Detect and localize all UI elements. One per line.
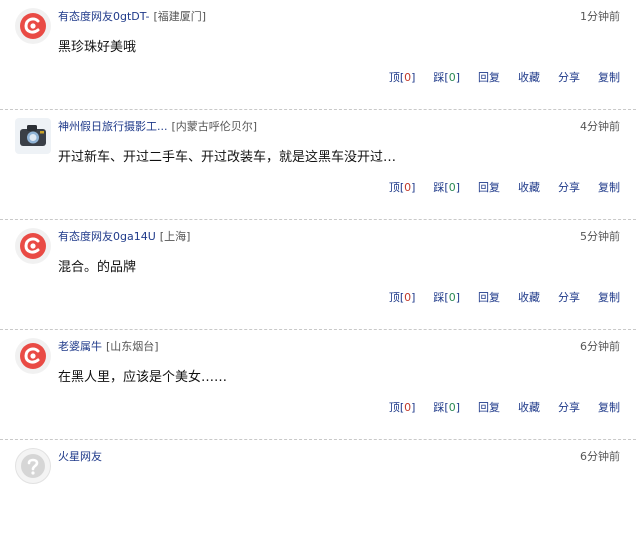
upvote-count: 0 [404,71,412,84]
comment-actions: 顶[0] 踩[0] 回复 收藏 分享 复制 [389,71,620,85]
user-location: [上海] [159,230,191,243]
comment-meta: 有态度网友0gtDT- [福建厦门] [58,10,206,24]
copy-button[interactable]: 复制 [598,181,620,195]
comment-text: 在黑人里，应该是个美女…… [58,370,228,385]
user-avatar[interactable] [15,448,51,484]
share-button[interactable]: 分享 [558,181,580,195]
user-avatar[interactable] [15,338,51,374]
username[interactable]: 老婆属牛 [58,340,102,353]
reply-button[interactable]: 回复 [478,401,500,415]
downvote-label: 踩 [433,71,445,84]
comment-time: 5分钟前 [580,230,620,243]
upvote-label: 顶 [388,181,400,194]
downvote-count: 0 [448,401,456,414]
user-location: [山东烟台] [106,340,159,353]
username[interactable]: 有态度网友0gtDT- [58,10,149,23]
upvote-label: 顶 [388,291,400,304]
comment-meta: 神州假日旅行摄影工... [内蒙古呼伦贝尔] [58,120,257,134]
upvote-button[interactable]: 顶[0] [389,291,416,305]
comment-text: 黑珍珠好美哦 [58,40,137,55]
favorite-button[interactable]: 收藏 [518,71,540,85]
comment-time: 1分钟前 [580,10,620,23]
default-red-avatar-icon [20,343,46,369]
reply-button[interactable]: 回复 [478,181,500,195]
comment-meta: 有态度网友0ga14U [上海] [58,230,190,244]
comment-item: 有态度网友0gtDT- [福建厦门] 1分钟前 黑珍珠好美哦 顶[0] 踩[0] … [0,0,636,110]
user-avatar[interactable] [15,8,51,44]
user-avatar[interactable] [15,228,51,264]
comment-actions: 顶[0] 踩[0] 回复 收藏 分享 复制 [389,401,620,415]
upvote-button[interactable]: 顶[0] [389,71,416,85]
share-button[interactable]: 分享 [558,291,580,305]
comment-meta: 老婆属牛 [山东烟台] [58,340,159,354]
copy-button[interactable]: 复制 [598,291,620,305]
copy-button[interactable]: 复制 [598,71,620,85]
comment-meta: 火星网友 [58,450,102,464]
default-gray-avatar-icon [21,454,45,478]
user-location: [福建厦门] [153,10,207,23]
upvote-label: 顶 [388,401,400,414]
favorite-button[interactable]: 收藏 [518,291,540,305]
camera-avatar-icon [20,125,46,146]
comment-time: 6分钟前 [580,340,620,353]
favorite-button[interactable]: 收藏 [518,401,540,415]
reply-button[interactable]: 回复 [478,291,500,305]
reply-button[interactable]: 回复 [478,71,500,85]
comment-item: 有态度网友0ga14U [上海] 5分钟前 混合。的品牌 顶[0] 踩[0] 回复… [0,220,636,330]
share-button[interactable]: 分享 [558,71,580,85]
favorite-button[interactable]: 收藏 [518,181,540,195]
username[interactable]: 火星网友 [58,450,102,463]
user-location: [内蒙古呼伦贝尔] [171,120,258,133]
comment-item: 老婆属牛 [山东烟台] 6分钟前 在黑人里，应该是个美女…… 顶[0] 踩[0] … [0,330,636,440]
downvote-button[interactable]: 踩[0] [433,71,460,85]
comment-time: 6分钟前 [580,450,620,463]
downvote-count: 0 [448,71,456,84]
downvote-button[interactable]: 踩[0] [433,291,460,305]
copy-button[interactable]: 复制 [598,401,620,415]
downvote-count: 0 [448,181,456,194]
upvote-button[interactable]: 顶[0] [389,401,416,415]
comment-item: 神州假日旅行摄影工... [内蒙古呼伦贝尔] 4分钟前 开过新车、开过二手车、开过… [0,110,636,220]
user-avatar[interactable] [15,118,51,154]
comment-text: 开过新车、开过二手车、开过改装车，就是这黑车没开过… [58,150,397,165]
downvote-label: 踩 [433,181,445,194]
default-red-avatar-icon [20,233,46,259]
comment-time: 4分钟前 [580,120,620,133]
downvote-button[interactable]: 踩[0] [433,181,460,195]
comment-item: 火星网友 6分钟前 [0,440,636,550]
comment-actions: 顶[0] 踩[0] 回复 收藏 分享 复制 [389,291,620,305]
username[interactable]: 有态度网友0ga14U [58,230,156,243]
comment-text: 混合。的品牌 [58,260,137,275]
upvote-count: 0 [404,181,412,194]
comment-actions: 顶[0] 踩[0] 回复 收藏 分享 复制 [389,181,620,195]
upvote-button[interactable]: 顶[0] [389,181,416,195]
username[interactable]: 神州假日旅行摄影工... [58,120,168,133]
upvote-count: 0 [404,401,412,414]
downvote-label: 踩 [433,291,445,304]
downvote-button[interactable]: 踩[0] [433,401,460,415]
upvote-label: 顶 [388,71,400,84]
downvote-label: 踩 [433,401,445,414]
upvote-count: 0 [404,291,412,304]
default-red-avatar-icon [20,13,46,39]
share-button[interactable]: 分享 [558,401,580,415]
downvote-count: 0 [448,291,456,304]
